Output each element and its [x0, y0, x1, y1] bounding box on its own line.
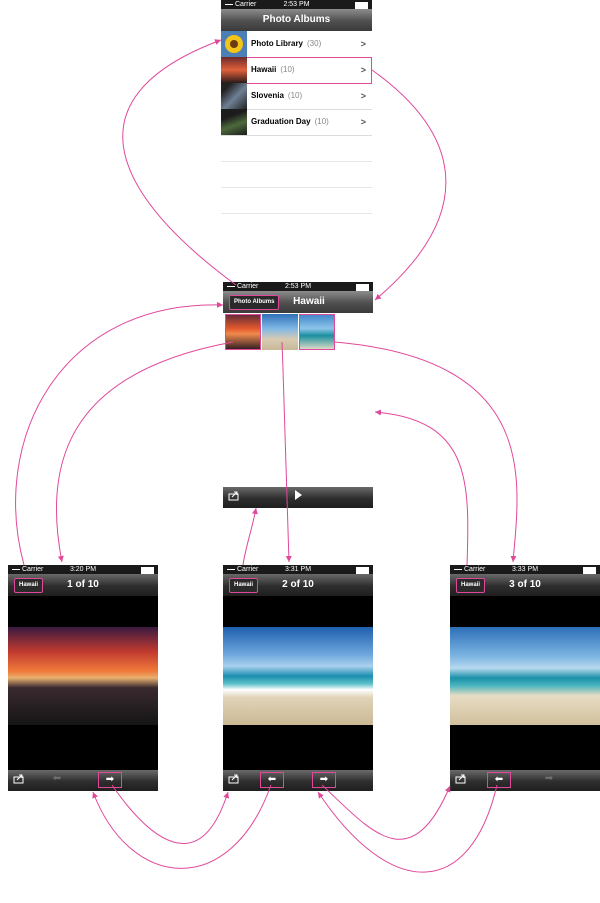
album-row-hawaii[interactable]: Hawaii (10) >	[221, 57, 372, 84]
photo-albums-screen: Carrier 2:53 PM Photo Albums Photo Libra…	[221, 0, 372, 225]
empty-row	[221, 187, 372, 214]
back-button[interactable]: Hawaii	[14, 578, 44, 593]
flow-arrow	[122, 39, 237, 286]
battery-icon	[356, 567, 369, 574]
page-title: Hawaii	[293, 296, 325, 307]
flow-arrow	[111, 784, 230, 844]
share-icon[interactable]	[227, 772, 241, 786]
empty-row	[221, 161, 372, 188]
bottom-toolbar: ⬅ ➡	[450, 770, 600, 791]
flow-arrow	[92, 784, 272, 869]
arrow-right-icon[interactable]: ➡	[98, 772, 122, 788]
status-bar: Carrier 3:33 PM	[450, 565, 600, 574]
arrow-left-icon[interactable]: ⬅	[487, 772, 511, 788]
flow-arrow	[317, 784, 498, 873]
album-label: Hawaii (10)	[251, 65, 295, 74]
status-time: 3:20 PM	[69, 566, 97, 573]
nav-bar: Hawaii 1 of 10	[8, 574, 158, 596]
album-row-photo-library[interactable]: Photo Library (30) >	[221, 31, 372, 58]
sunset-thumbnail	[221, 57, 247, 83]
chevron-right-icon: >	[360, 39, 366, 49]
album-row-graduation-day[interactable]: Graduation Day (10) >	[221, 109, 372, 136]
arrow-right-icon[interactable]: ➡	[312, 772, 336, 788]
arrow-left-icon[interactable]: ⬅	[260, 772, 284, 788]
play-icon[interactable]	[291, 489, 305, 503]
sunflower-icon	[225, 35, 243, 53]
bottom-toolbar: ⬅ ➡	[223, 770, 373, 791]
sunflower-thumbnail	[221, 31, 247, 57]
share-icon[interactable]	[227, 489, 241, 503]
photo-thumbnail-2[interactable]	[262, 314, 298, 350]
album-label: Photo Library (30)	[251, 39, 322, 48]
chevron-right-icon: >	[360, 117, 366, 127]
share-icon[interactable]	[454, 772, 468, 786]
arrow-left-icon: ⬅	[52, 773, 62, 784]
hawaii-album-screen: Carrier 2:53 PM Photo Albums Hawaii	[223, 282, 373, 508]
flow-arrow	[371, 69, 447, 301]
bottom-toolbar: ⬅ ➡	[8, 770, 158, 791]
photo-viewer-screen-1: Carrier 3:20 PM Hawaii 1 of 10 ⬅ ➡	[8, 565, 158, 791]
status-bar: Carrier 2:53 PM	[221, 0, 372, 9]
back-button[interactable]: Photo Albums	[229, 295, 280, 310]
flow-arrow	[15, 301, 224, 566]
page-title: 2 of 10	[282, 579, 314, 590]
chevron-right-icon: >	[360, 65, 366, 75]
back-button[interactable]: Hawaii	[229, 578, 259, 593]
flow-arrow	[242, 507, 258, 566]
coast-photo	[450, 627, 600, 725]
flow-arrow	[55, 341, 234, 563]
album-label: Slovenia (10)	[251, 91, 303, 100]
nav-bar: Photo Albums	[221, 9, 372, 31]
battery-icon	[141, 567, 154, 574]
status-time: 2:53 PM	[284, 283, 312, 290]
album-label: Graduation Day (10)	[251, 117, 329, 126]
share-icon[interactable]	[12, 772, 26, 786]
photo-thumbnail-3[interactable]	[299, 314, 335, 350]
status-time: 3:33 PM	[511, 566, 539, 573]
status-bar: Carrier 3:20 PM	[8, 565, 158, 574]
nav-bar: Photo Albums Hawaii	[223, 291, 373, 313]
album-row-slovenia[interactable]: Slovenia (10) >	[221, 83, 372, 110]
status-bar: Carrier 3:31 PM	[223, 565, 373, 574]
empty-row	[221, 135, 372, 162]
photo-viewer-screen-3: Carrier 3:33 PM Hawaii 3 of 10 ⬅ ➡	[450, 565, 600, 791]
status-bar: Carrier 2:53 PM	[223, 282, 373, 291]
page-title: 3 of 10	[509, 579, 541, 590]
sunset-photo	[8, 627, 158, 725]
bottom-toolbar	[223, 487, 373, 508]
nav-bar: Hawaii 2 of 10	[223, 574, 373, 596]
battery-icon	[355, 2, 368, 9]
page-title: Photo Albums	[262, 14, 331, 25]
battery-icon	[356, 284, 369, 291]
status-time: 2:53 PM	[283, 1, 310, 8]
flow-arrow	[374, 409, 469, 566]
page-title: 1 of 10	[67, 579, 99, 590]
photo-viewer-screen-2: Carrier 3:31 PM Hawaii 2 of 10 ⬅ ➡	[223, 565, 373, 791]
status-time: 3:31 PM	[284, 566, 312, 573]
flow-arrow	[321, 784, 451, 840]
back-button[interactable]: Hawaii	[456, 578, 486, 593]
beach-photo	[223, 627, 373, 725]
nav-bar: Hawaii 3 of 10	[450, 574, 600, 596]
arrow-right-icon: ➡	[544, 773, 554, 784]
chevron-right-icon: >	[360, 91, 366, 101]
graduation-thumbnail	[221, 109, 247, 135]
battery-icon	[583, 567, 596, 574]
photo-thumbnail-1[interactable]	[225, 314, 261, 350]
slovenia-thumbnail	[221, 83, 247, 109]
